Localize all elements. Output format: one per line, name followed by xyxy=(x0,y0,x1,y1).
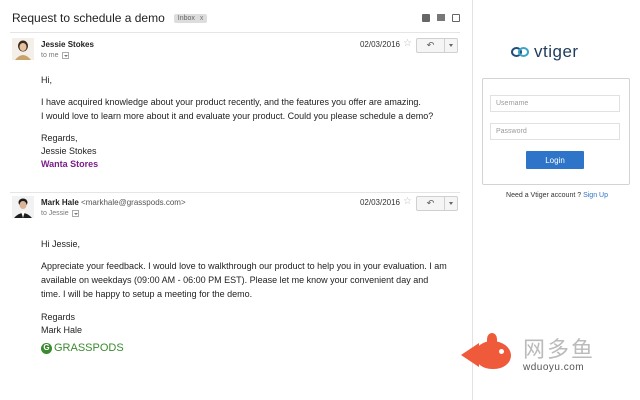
signup-prompt: Need a Vtiger account ? Sign Up xyxy=(473,192,640,199)
greeting: Hi, xyxy=(41,75,52,85)
print-all-icon[interactable] xyxy=(422,14,430,22)
message-date: 02/03/2016 xyxy=(359,40,400,49)
body-line: Appreciate your feedback. I would love t… xyxy=(41,261,447,271)
signoff: Regards xyxy=(41,312,76,322)
body-line: I would love to learn more about it and … xyxy=(41,111,434,121)
signature-name: Jessie Stokes xyxy=(41,146,97,156)
greeting: Hi Jessie, xyxy=(41,239,81,249)
sender-email: <markhale@grasspods.com> xyxy=(81,198,186,207)
recipient-line[interactable]: to me xyxy=(41,52,69,59)
email-subject: Request to schedule a demo xyxy=(12,11,165,25)
login-button[interactable]: Login xyxy=(526,151,584,169)
subject-row: Request to schedule a demo Inbox x xyxy=(12,11,208,25)
signoff: Regards, xyxy=(41,133,78,143)
grasspods-logo-icon: G xyxy=(41,342,52,354)
message-body: Hi Jessie, Appreciate your feedback. I w… xyxy=(41,238,447,354)
signature-company: Wanta Stores xyxy=(41,159,99,169)
body-line: I have acquired knowledge about your pro… xyxy=(41,97,421,107)
recipient-text: to Jessie xyxy=(41,210,69,217)
popout-icon[interactable] xyxy=(452,14,460,22)
more-options-icon[interactable] xyxy=(445,39,457,52)
watermark: 网多鱼 wduoyu.com xyxy=(461,333,595,377)
recipient-line[interactable]: to Jessie xyxy=(41,210,79,217)
inbox-label-badge[interactable]: Inbox x xyxy=(173,13,208,23)
vtiger-logo-text: vtiger xyxy=(534,42,579,61)
email-thread-pane: Request to schedule a demo Inbox x Jessi… xyxy=(0,0,472,400)
divider xyxy=(10,192,460,193)
star-icon[interactable]: ☆ xyxy=(403,38,412,49)
signup-link[interactable]: Sign Up xyxy=(583,192,608,199)
reply-button-group: ↶ xyxy=(416,38,458,53)
star-icon[interactable]: ☆ xyxy=(403,196,412,207)
avatar-mark xyxy=(12,196,34,218)
message-body: Hi, I have acquired knowledge about your… xyxy=(41,74,433,170)
reply-icon[interactable]: ↶ xyxy=(417,197,445,210)
fish-logo-icon xyxy=(461,333,517,377)
recipient-text: to me xyxy=(41,52,59,59)
recipient-details-icon[interactable] xyxy=(61,52,69,59)
avatar-jessie xyxy=(12,38,34,60)
message-date: 02/03/2016 xyxy=(359,198,400,207)
sender-line: Jessie Stokes xyxy=(41,40,94,49)
reply-icon[interactable]: ↶ xyxy=(417,39,445,52)
signature-name: Mark Hale xyxy=(41,325,83,335)
body-line: time. I will be happy to setup a meeting… xyxy=(41,289,253,299)
reply-button-group: ↶ xyxy=(416,196,458,211)
more-options-icon[interactable] xyxy=(445,197,457,210)
password-input[interactable]: Password xyxy=(490,123,620,140)
remove-label-icon[interactable]: x xyxy=(200,15,204,22)
body-line: available on weekdays (09:00 AM - 06:00 … xyxy=(41,275,429,285)
sender-name[interactable]: Jessie Stokes xyxy=(41,40,94,49)
grasspods-logo-text: GRASSPODS xyxy=(54,342,124,354)
inbox-label-text: Inbox xyxy=(177,14,195,22)
message-2: Mark Hale <markhale@grasspods.com> to Je… xyxy=(12,196,462,366)
vtiger-logo-icon xyxy=(511,45,531,59)
login-form: Username Password Login xyxy=(482,78,630,185)
grasspods-logo: G GRASSPODS xyxy=(41,342,447,354)
need-account-text: Need a Vtiger account ? xyxy=(506,192,582,199)
divider xyxy=(10,32,460,33)
username-input[interactable]: Username xyxy=(490,95,620,112)
sender-name[interactable]: Mark Hale xyxy=(41,198,79,207)
vtiger-logo: vtiger xyxy=(511,42,579,62)
print-icon[interactable] xyxy=(437,14,445,21)
thread-toolbar xyxy=(422,14,460,22)
message-1: Jessie Stokes to me 02/03/2016 ☆ ↶ Hi, I… xyxy=(12,38,462,178)
watermark-chinese: 网多鱼 xyxy=(523,336,596,362)
sender-line: Mark Hale <markhale@grasspods.com> xyxy=(41,198,186,207)
watermark-url: wduoyu.com xyxy=(523,361,585,373)
watermark-text: 网多鱼 wduoyu.com xyxy=(523,336,596,373)
recipient-details-icon[interactable] xyxy=(71,210,79,217)
